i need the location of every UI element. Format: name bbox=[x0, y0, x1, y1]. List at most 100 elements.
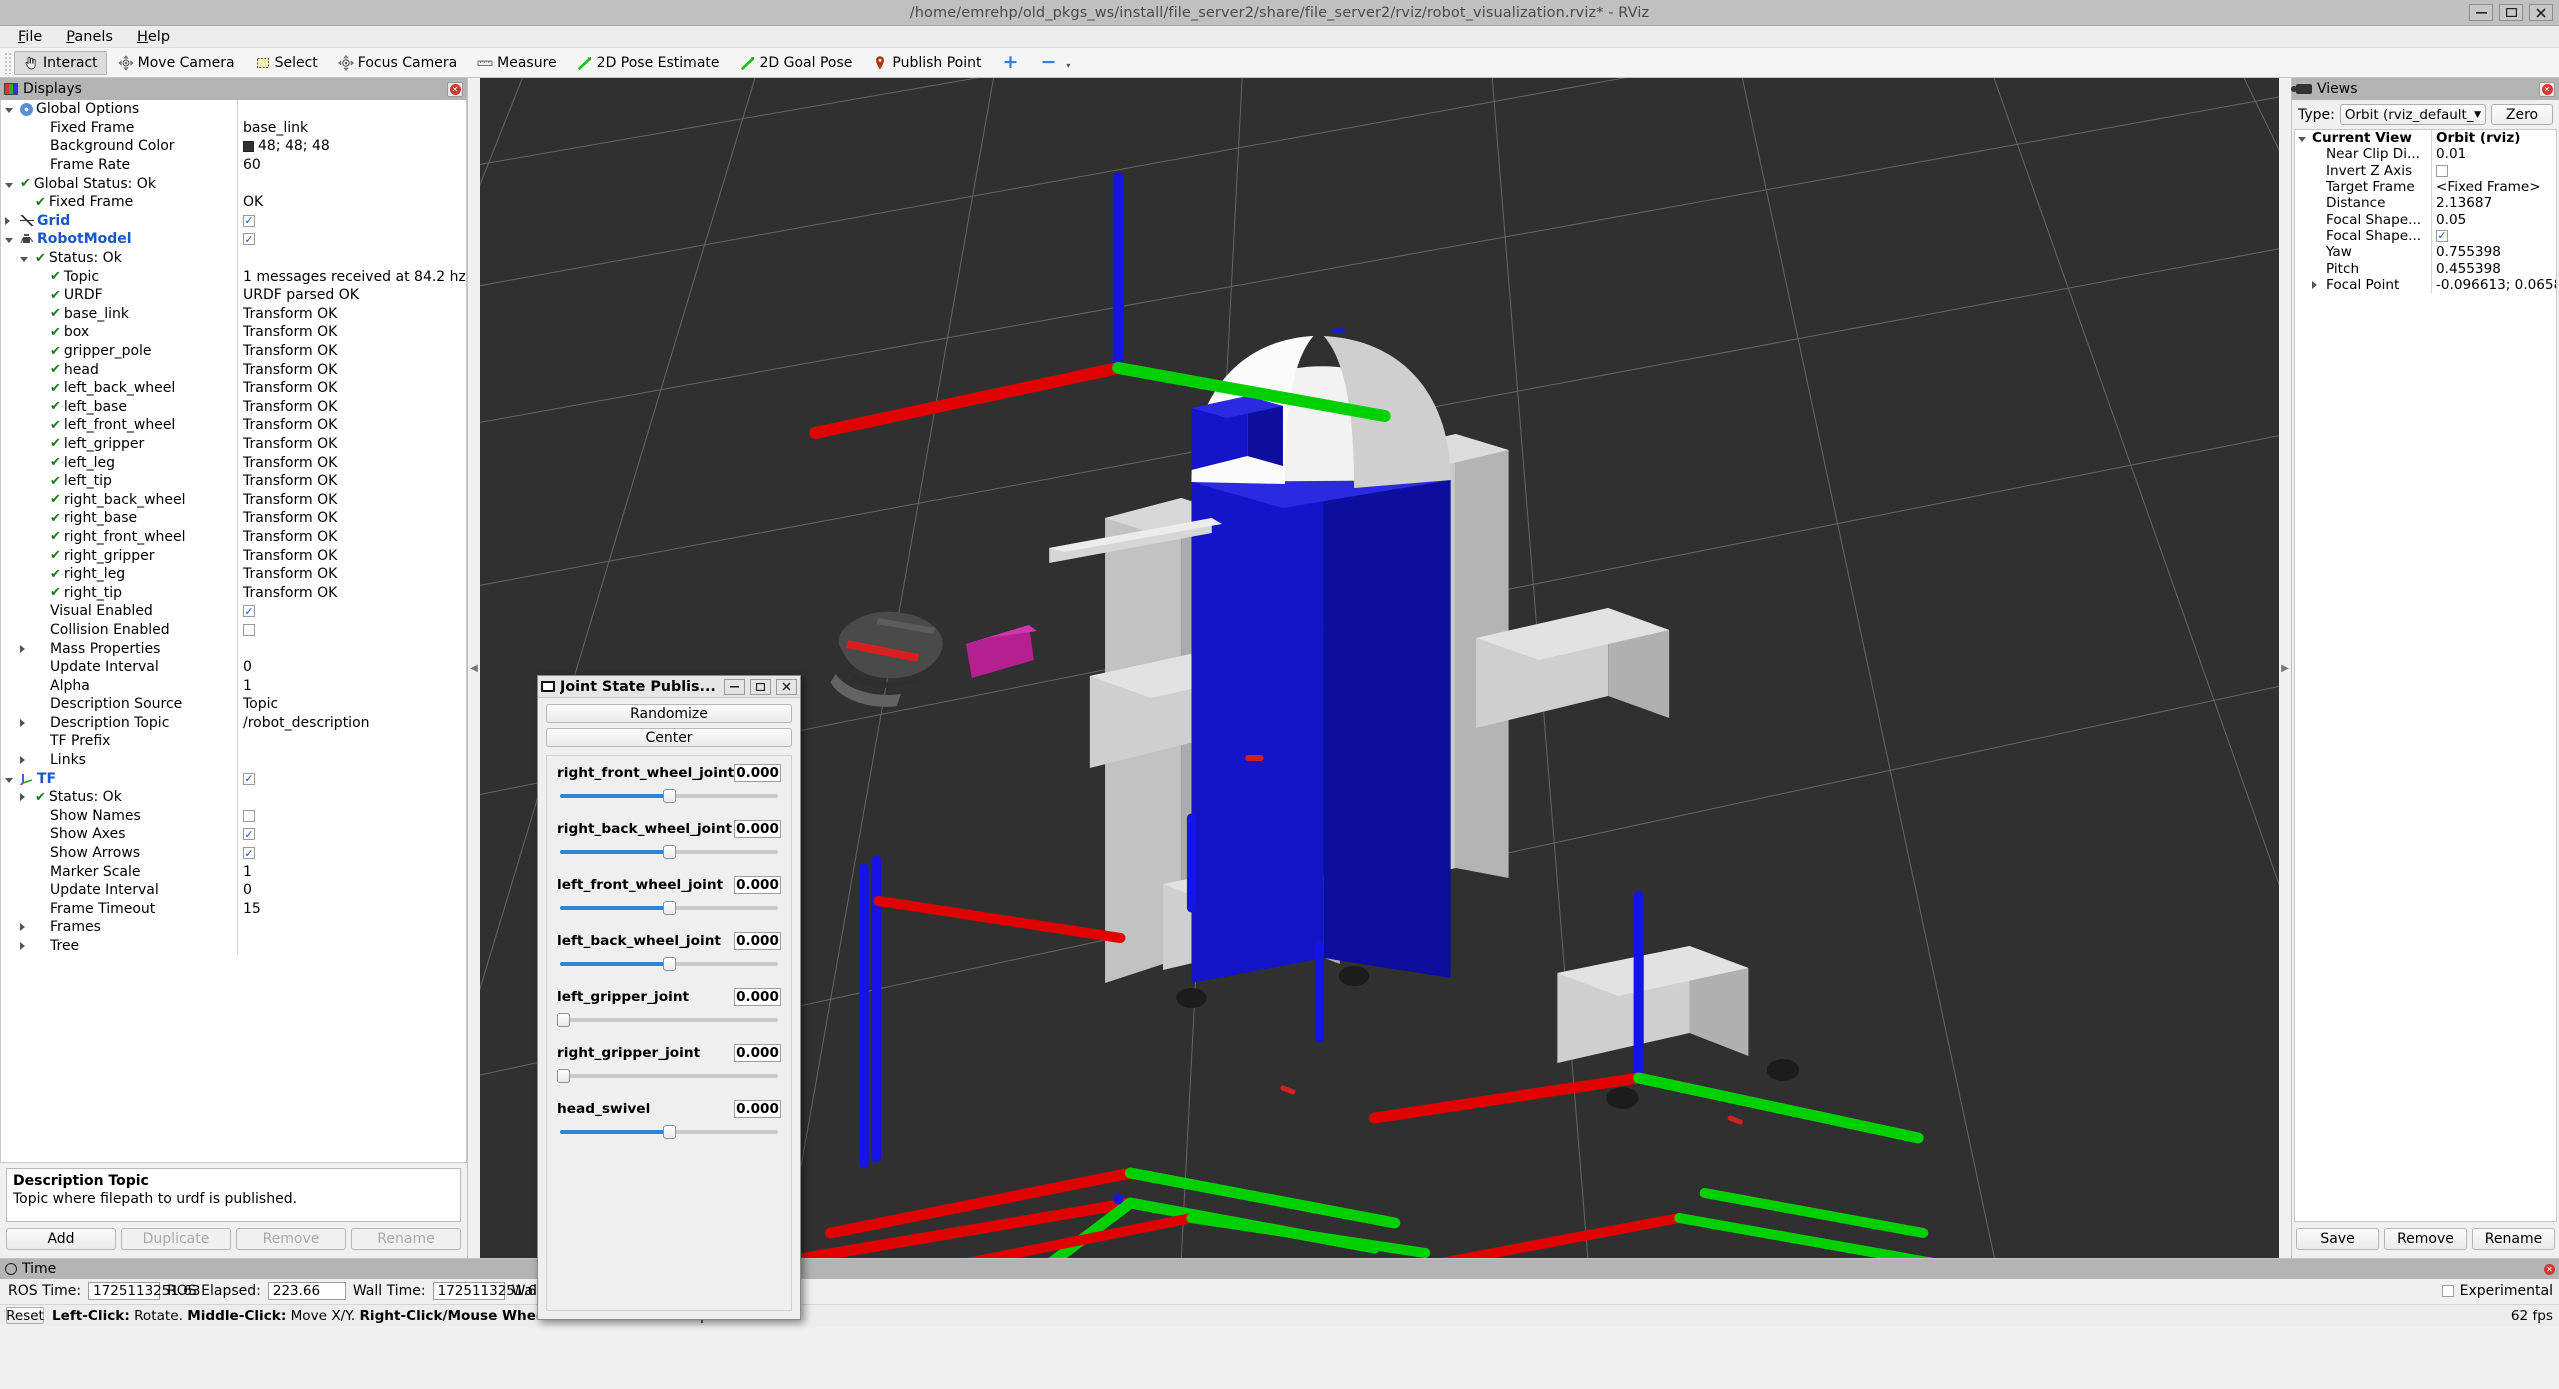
displays-tree-row[interactable]: TF Prefix bbox=[1, 732, 466, 751]
joint-slider[interactable] bbox=[557, 1013, 781, 1027]
randomize-button[interactable]: Randomize bbox=[546, 704, 792, 723]
joint-slider[interactable] bbox=[557, 957, 781, 971]
displays-row-value-cell[interactable]: Transform OK bbox=[237, 416, 466, 435]
displays-row-value-cell[interactable]: 60 bbox=[237, 155, 466, 175]
displays-tree-row[interactable]: ✔ Fixed Frame OK bbox=[1, 192, 466, 212]
views-tree-row[interactable]: Current View Orbit (rviz) bbox=[2295, 130, 2556, 147]
experimental-toggle[interactable]: Experimental bbox=[2441, 1283, 2553, 1299]
displays-row-value-cell[interactable]: Transform OK bbox=[237, 527, 466, 547]
displays-panel-close-button[interactable]: ✕ bbox=[447, 81, 463, 97]
remove-tool-button[interactable]: − bbox=[1030, 53, 1066, 72]
displays-row-value-cell[interactable]: Transform OK bbox=[237, 323, 466, 342]
views-row-value-cell[interactable]: 2.13687 bbox=[2431, 195, 2556, 212]
joint-value-input[interactable]: 0.000 bbox=[734, 988, 781, 1006]
views-panel-close-button[interactable]: ✕ bbox=[2539, 81, 2555, 97]
checkbox[interactable]: ✓ bbox=[2436, 229, 2448, 242]
displays-tree-row[interactable]: Show Axes ✓ bbox=[1, 825, 466, 844]
displays-tree-row[interactable]: ✔ left_tip Transform OK bbox=[1, 471, 466, 491]
views-row-value-cell[interactable]: 0.755398 bbox=[2431, 244, 2556, 261]
expander-expand-icon[interactable] bbox=[5, 213, 17, 229]
checkbox[interactable] bbox=[2436, 164, 2448, 177]
joint-dialog-minimize-button[interactable] bbox=[724, 678, 745, 695]
rename-view-button[interactable]: Rename bbox=[2472, 1228, 2555, 1250]
joint-slider[interactable] bbox=[557, 845, 781, 859]
displays-tree-row[interactable]: ✔ right_tip Transform OK bbox=[1, 583, 466, 603]
remove-display-button[interactable]: Remove bbox=[236, 1228, 346, 1250]
displays-row-value-cell[interactable]: OK bbox=[237, 192, 466, 212]
displays-row-value-cell[interactable]: URDF parsed OK bbox=[237, 285, 466, 305]
slider-handle[interactable] bbox=[557, 1069, 570, 1083]
joint-dialog-close-button[interactable] bbox=[776, 678, 797, 695]
displays-row-value-cell[interactable]: ✓ bbox=[237, 843, 466, 863]
displays-tree-row[interactable]: Collision Enabled bbox=[1, 620, 466, 640]
checkbox[interactable]: ✓ bbox=[243, 772, 255, 785]
displays-row-value-cell[interactable]: Transform OK bbox=[237, 397, 466, 417]
rename-display-button[interactable]: Rename bbox=[351, 1228, 461, 1250]
window-minimize-button[interactable] bbox=[2469, 4, 2493, 21]
displays-tree-row[interactable]: Visual Enabled ✓ bbox=[1, 602, 466, 621]
expander-collapse-icon[interactable] bbox=[20, 250, 32, 266]
displays-tree-row[interactable]: Grid ✓ bbox=[1, 211, 466, 231]
time-field-input[interactable]: 1725113251.63 bbox=[88, 1282, 200, 1300]
expander-expand-icon[interactable] bbox=[20, 938, 32, 954]
views-tree-row[interactable]: Focal Point -0.096613; 0.0658... bbox=[2295, 276, 2556, 293]
expander-collapse-icon[interactable] bbox=[5, 771, 17, 787]
displays-row-value-cell[interactable]: ✓ bbox=[237, 602, 466, 621]
remove-view-button[interactable]: Remove bbox=[2384, 1228, 2467, 1250]
displays-row-value-cell[interactable]: ✓ bbox=[237, 769, 466, 788]
displays-tree-row[interactable]: ✔ right_back_wheel Transform OK bbox=[1, 490, 466, 510]
displays-row-value-cell[interactable]: 1 messages received at 84.2 hz. bbox=[237, 267, 466, 286]
displays-tree-row[interactable]: ✔ Global Status: Ok bbox=[1, 174, 466, 193]
displays-row-value-cell[interactable]: 1 bbox=[237, 862, 466, 881]
displays-tree-row[interactable]: Description Topic/robot_description bbox=[1, 713, 466, 733]
joint-value-input[interactable]: 0.000 bbox=[734, 932, 781, 950]
views-tree-row[interactable]: Invert Z Axis bbox=[2295, 162, 2556, 179]
window-maximize-button[interactable] bbox=[2499, 4, 2523, 21]
displays-row-value-cell[interactable]: Transform OK bbox=[237, 360, 466, 379]
displays-tree-row[interactable]: Update Interval 0 bbox=[1, 880, 466, 900]
displays-tree-row[interactable]: Frame Rate 60 bbox=[1, 155, 466, 175]
tool-publish-point[interactable]: Publish Point bbox=[863, 51, 990, 75]
expander-expand-icon[interactable] bbox=[20, 752, 32, 768]
displays-row-value-cell[interactable] bbox=[237, 750, 466, 770]
slider-handle[interactable] bbox=[663, 789, 676, 803]
displays-row-value-cell[interactable]: Transform OK bbox=[237, 453, 466, 472]
displays-tree-row[interactable]: Description Source Topic bbox=[1, 695, 466, 714]
displays-row-value-cell[interactable]: 15 bbox=[237, 899, 466, 919]
tool-move-camera[interactable]: Move Camera bbox=[109, 51, 244, 75]
displays-row-value-cell[interactable]: Transform OK bbox=[237, 490, 466, 510]
expander-expand-icon[interactable] bbox=[2312, 277, 2324, 293]
toolbar-overflow-icon[interactable]: ▾ bbox=[1066, 61, 1070, 70]
displays-row-value-cell[interactable] bbox=[237, 806, 466, 826]
joint-slider[interactable] bbox=[557, 901, 781, 915]
displays-tree-row[interactable]: ✔ right_front_wheel Transform OK bbox=[1, 527, 466, 547]
displays-row-value-cell[interactable]: 0 bbox=[237, 880, 466, 900]
displays-tree-row[interactable]: Frames bbox=[1, 918, 466, 937]
zero-button[interactable]: Zero bbox=[2491, 104, 2553, 125]
views-tree-row[interactable]: Distance 2.13687 bbox=[2295, 195, 2556, 212]
displays-row-value-cell[interactable]: Transform OK bbox=[237, 564, 466, 584]
displays-row-value-cell[interactable]: Transform OK bbox=[237, 471, 466, 491]
views-row-value-cell[interactable]: 0.01 bbox=[2431, 146, 2556, 163]
displays-row-value-cell[interactable]: Topic bbox=[237, 695, 466, 714]
displays-row-value-cell[interactable]: Transform OK bbox=[237, 583, 466, 603]
slider-handle[interactable] bbox=[663, 901, 676, 915]
displays-tree-row[interactable]: Update Interval 0 bbox=[1, 657, 466, 677]
views-tree[interactable]: Current View Orbit (rviz) Near Clip Di... 0… bbox=[2294, 129, 2557, 1222]
displays-row-value-cell[interactable] bbox=[237, 248, 466, 268]
menu-help[interactable]: Help bbox=[127, 27, 180, 47]
displays-tree-row[interactable]: ✔ base_link Transform OK bbox=[1, 304, 466, 324]
expander-expand-icon[interactable] bbox=[20, 641, 32, 657]
expander-expand-icon[interactable] bbox=[20, 919, 32, 935]
joint-value-input[interactable]: 0.000 bbox=[734, 764, 781, 782]
joint-slider[interactable] bbox=[557, 1069, 781, 1083]
time-panel-close-button[interactable]: ✕ bbox=[2544, 1263, 2555, 1275]
displays-row-value-cell[interactable] bbox=[237, 639, 466, 658]
displays-row-value-cell[interactable]: 48; 48; 48 bbox=[237, 137, 466, 156]
displays-tree-row[interactable]: ✔ gripper_pole Transform OK bbox=[1, 341, 466, 361]
checkbox[interactable] bbox=[243, 623, 255, 636]
displays-tree-row[interactable]: ✔ box Transform OK bbox=[1, 323, 466, 342]
expander-collapse-icon[interactable] bbox=[5, 101, 17, 117]
displays-tree-row[interactable]: Background Color 48; 48; 48 bbox=[1, 137, 466, 156]
displays-tree-row[interactable]: ✔ left_base Transform OK bbox=[1, 397, 466, 417]
